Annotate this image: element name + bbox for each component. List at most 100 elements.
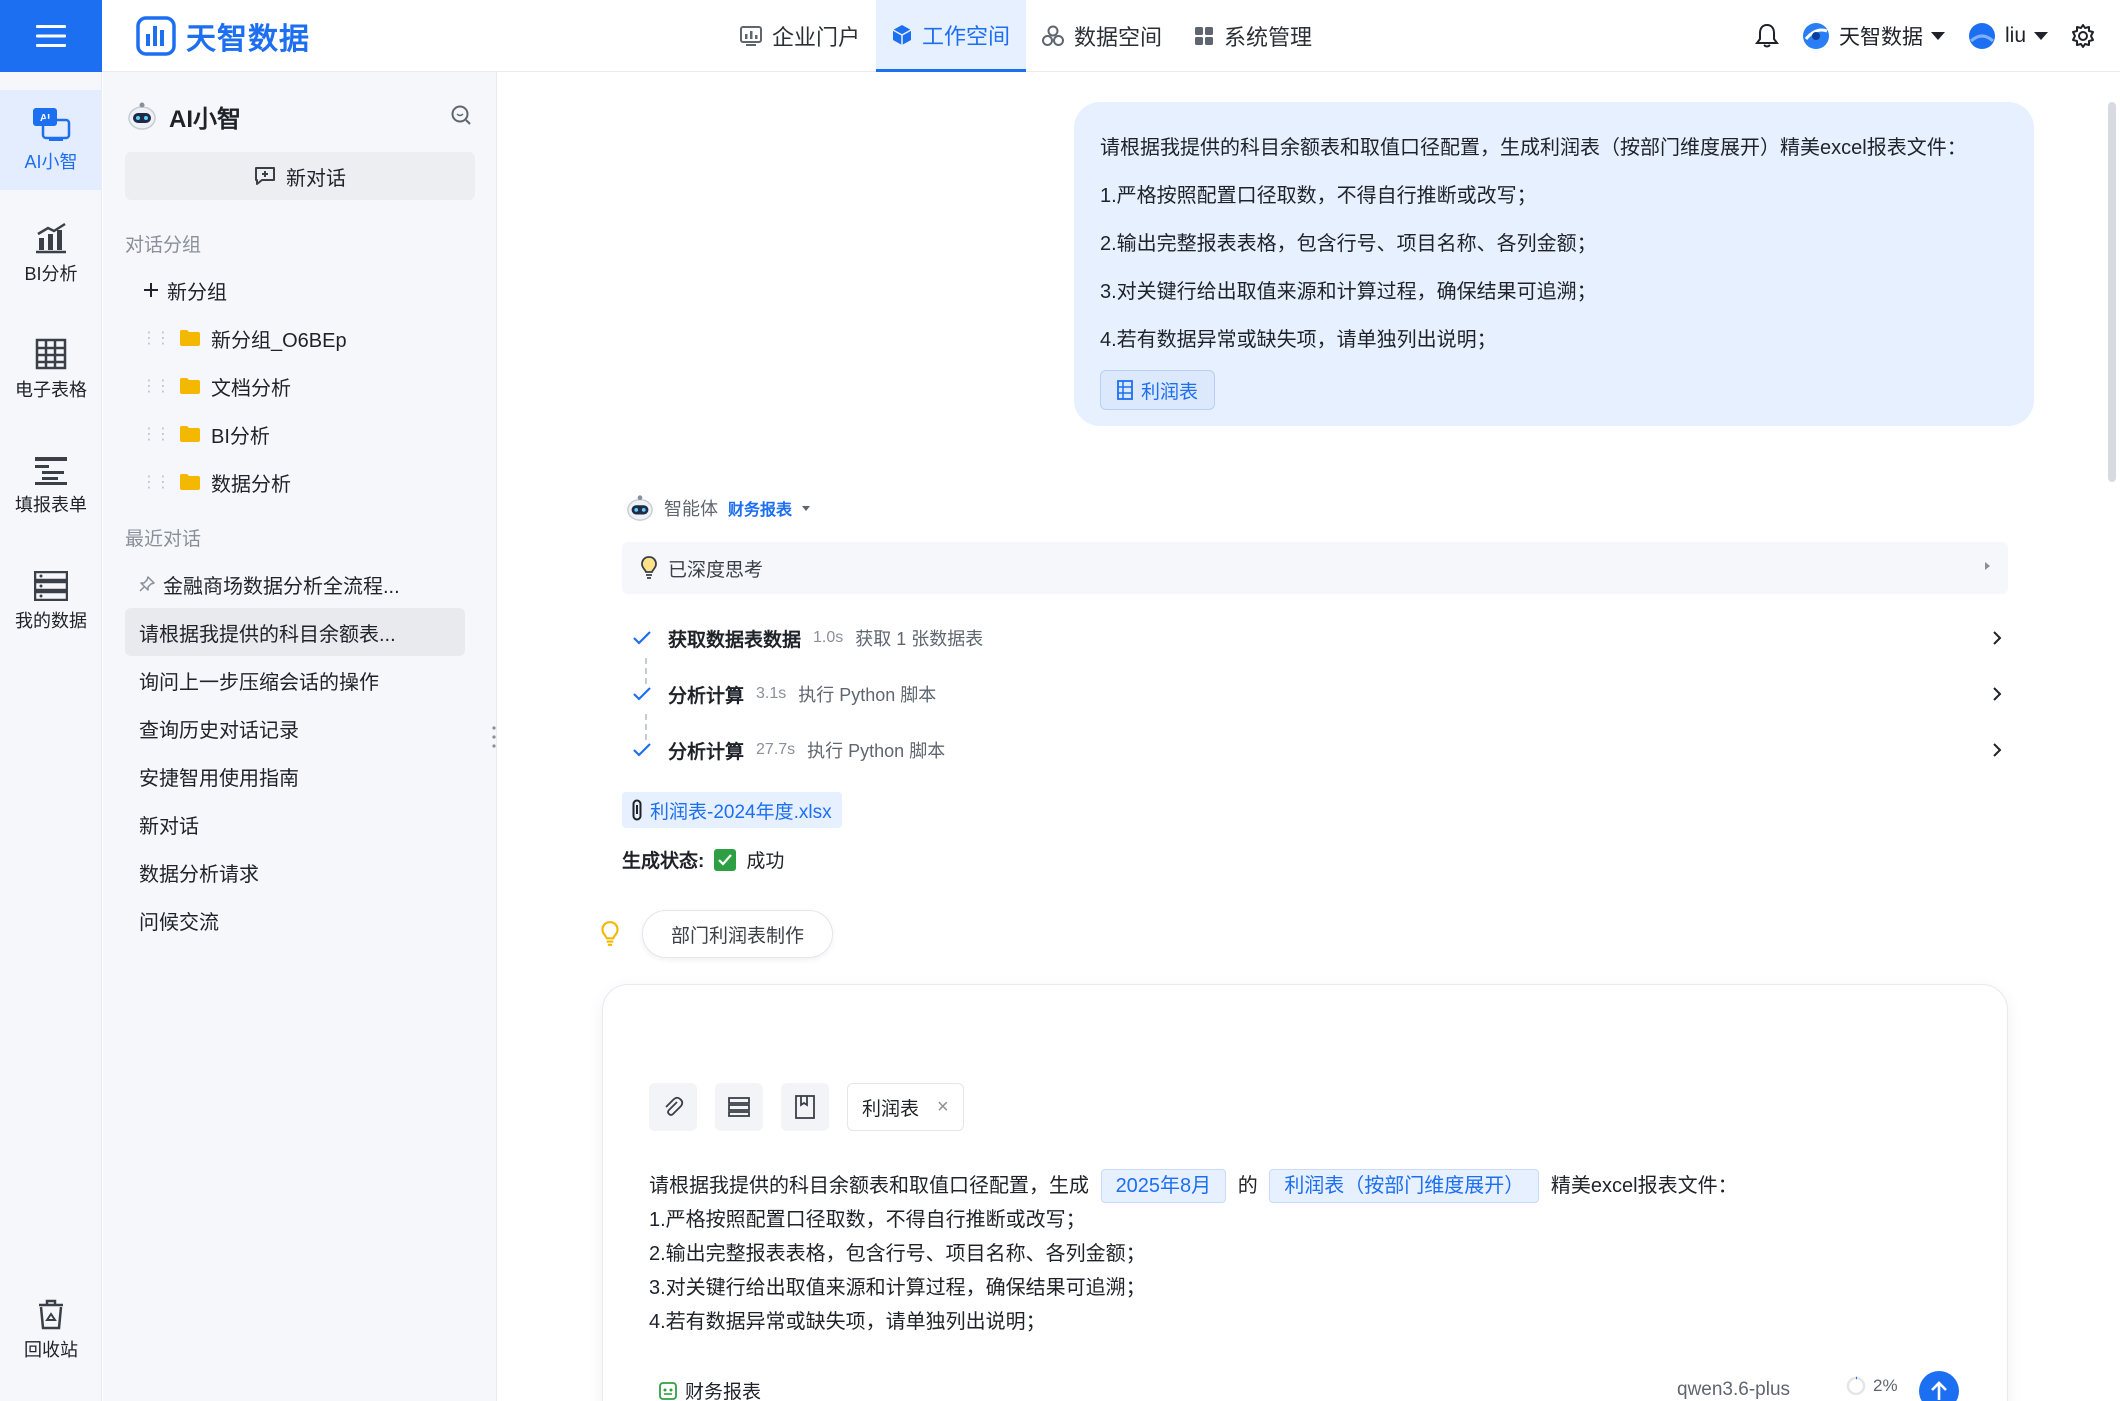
pin-icon <box>139 576 155 592</box>
robot-avatar-icon <box>627 495 653 521</box>
cube-icon <box>892 24 912 45</box>
nav-workspace[interactable]: 工作空间 <box>876 0 1027 72</box>
step-description: 执行 Python 脚本 <box>807 741 946 761</box>
drag-handle-icon[interactable]: ⋮⋮ <box>141 328 171 348</box>
rail-item-bi-analysis[interactable]: BI分析 <box>0 204 102 304</box>
check-icon <box>628 630 656 646</box>
nav-label: 数据空间 <box>1074 25 1163 50</box>
user-message-line: 3.对关键行给出取值来源和计算过程，确保结果可追溯； <box>1100 281 1597 303</box>
rail-label: 我的数据 <box>15 611 87 631</box>
nav-label: 系统管理 <box>1224 25 1313 50</box>
brand[interactable]: 天智数据 <box>136 16 310 56</box>
plus-icon <box>144 283 158 297</box>
agent-icon <box>659 1381 677 1400</box>
recent-chat-item[interactable]: 问候交流 <box>125 896 465 944</box>
drag-handle-icon[interactable]: ⋮⋮ <box>141 472 171 492</box>
nav-system-admin[interactable]: 系统管理 <box>1178 0 1328 72</box>
settings-button[interactable] <box>2070 23 2096 49</box>
folder-icon <box>180 474 200 490</box>
org-switcher[interactable]: 天智数据 <box>1801 21 1945 51</box>
execution-step[interactable]: 分析计算 27.7s 执行 Python 脚本 <box>628 730 2008 770</box>
suggestion-chip[interactable]: 部门利润表制作 <box>642 910 834 958</box>
notifications-button[interactable] <box>1754 23 1779 49</box>
recent-chat-item[interactable]: 新对话 <box>125 800 465 848</box>
scrollbar-thumb[interactable] <box>2108 102 2116 482</box>
rail-item-fill-form[interactable]: 填报表单 <box>0 436 102 536</box>
top-right-controls: 天智数据 liu <box>1754 0 2096 72</box>
group-item[interactable]: ⋮⋮ 文档分析 <box>125 362 465 410</box>
bell-icon <box>1754 23 1779 48</box>
recent-chat-label: 查询历史对话记录 <box>139 719 299 742</box>
chevron-right-icon <box>1993 687 2002 701</box>
drag-handle-icon[interactable]: ⋮⋮ <box>141 424 171 444</box>
generated-file-link[interactable]: 利润表-2024年度.xlsx <box>622 792 842 828</box>
rail-item-my-data[interactable]: 我的数据 <box>0 552 102 652</box>
rail-item-ai-assistant[interactable]: AI AI小智 <box>0 90 102 190</box>
prompt-line: 4.若有数据异常或缺失项，请单独列出说明； <box>649 1311 1046 1333</box>
close-icon[interactable]: × <box>937 1096 949 1119</box>
check-icon <box>628 742 656 758</box>
new-chat-button[interactable]: 新对话 <box>125 152 475 200</box>
recent-chat-item-selected[interactable]: 请根据我提供的科目余额表... <box>125 608 465 656</box>
agent-name[interactable]: 财务报表 <box>728 496 792 520</box>
recent-chat-item[interactable]: 查询历史对话记录 <box>125 704 465 752</box>
data-table-button[interactable] <box>715 1083 763 1131</box>
user-message-line: 请根据我提供的科目余额表和取值口径配置，生成利润表（按部门维度展开）精美exce… <box>1100 137 1967 159</box>
conversation-sidebar: AI小智 新对话 对话分组 新分组 ⋮⋮ 新分组_O6BEp ⋮⋮ 文档分析 ⋮… <box>103 72 497 1401</box>
status-value: 成功 <box>746 851 785 872</box>
prompt-text: 的 <box>1237 1175 1258 1197</box>
message-attachment[interactable]: 利润表 <box>1100 370 1216 410</box>
nav-enterprise-portal[interactable]: 企业门户 <box>724 0 876 72</box>
drag-handle-icon[interactable]: ⋮⋮ <box>141 376 171 396</box>
menu-toggle-button[interactable] <box>0 0 102 72</box>
report-slot[interactable]: 利润表（按部门维度展开） <box>1269 1169 1540 1203</box>
rail-label: 电子表格 <box>15 380 87 400</box>
new-group-button[interactable]: 新分组 <box>125 266 465 314</box>
folder-icon <box>180 378 200 394</box>
prompt-input[interactable]: 请根据我提供的科目余额表和取值口径配置，生成 2025年8月 的 利润表（按部门… <box>649 1169 1969 1339</box>
hamburger-icon <box>36 25 66 47</box>
knowledge-base-button[interactable] <box>781 1083 829 1131</box>
spreadsheet-icon <box>35 338 67 370</box>
progress-ring-icon <box>1846 1376 1866 1396</box>
chevron-down-icon[interactable] <box>802 505 811 511</box>
recent-section-heading: 最近对话 <box>125 529 202 550</box>
period-slot[interactable]: 2025年8月 <box>1100 1169 1227 1203</box>
attachment-label: 利润表 <box>1141 381 1199 403</box>
recent-chat-item[interactable]: 金融商场数据分析全流程... <box>125 560 465 608</box>
group-item[interactable]: ⋮⋮ 数据分析 <box>125 458 465 506</box>
chevron-right-icon <box>1993 743 2002 757</box>
send-button[interactable] <box>1919 1371 1959 1401</box>
org-logo-icon <box>1802 23 1829 49</box>
execution-step[interactable]: 分析计算 3.1s 执行 Python 脚本 <box>628 674 2008 714</box>
rail-item-spreadsheet[interactable]: 电子表格 <box>0 320 102 420</box>
deep-thinking-toggle[interactable]: 已深度思考 <box>622 542 2008 594</box>
context-usage-value: 2% <box>1873 1376 1898 1395</box>
recent-chat-label: 询问上一步压缩会话的操作 <box>139 671 379 694</box>
user-name: liu <box>2004 24 2026 47</box>
search-icon[interactable] <box>450 104 472 126</box>
recent-chat-item[interactable]: 安捷智用使用指南 <box>125 752 465 800</box>
rail-label: AI小智 <box>24 152 78 172</box>
user-menu[interactable]: liu <box>1967 21 2048 51</box>
recent-chat-item[interactable]: 数据分析请求 <box>125 848 465 896</box>
chart-icon <box>740 26 762 46</box>
database-icon <box>728 1097 750 1117</box>
form-icon <box>35 457 67 485</box>
attach-file-button[interactable] <box>649 1083 697 1131</box>
chevron-right-icon <box>1993 631 2002 645</box>
agent-selector[interactable]: 财务报表 <box>659 1377 761 1401</box>
conversation-panel: 请根据我提供的科目余额表和取值口径配置，生成 利润表（按部门维度展开） 精美exce… <box>498 72 2120 1401</box>
model-selector[interactable]: qwen3.6-plus <box>1677 1379 1790 1401</box>
table-icon <box>1117 380 1133 400</box>
paperclip-icon <box>665 1096 684 1116</box>
brand-name: 天智数据 <box>186 23 310 56</box>
recent-chat-label: 新对话 <box>139 815 199 838</box>
execution-step[interactable]: 获取数据表数据 1.0s 获取 1 张数据表 <box>628 618 2008 658</box>
grid-icon <box>1195 27 1214 45</box>
group-item[interactable]: ⋮⋮ BI分析 <box>125 410 465 458</box>
nav-data-space[interactable]: 数据空间 <box>1026 0 1178 72</box>
group-item[interactable]: ⋮⋮ 新分组_O6BEp <box>125 314 465 362</box>
recent-chat-item[interactable]: 询问上一步压缩会话的操作 <box>125 656 465 704</box>
rail-item-recycle-bin[interactable]: 回收站 <box>0 1280 102 1380</box>
